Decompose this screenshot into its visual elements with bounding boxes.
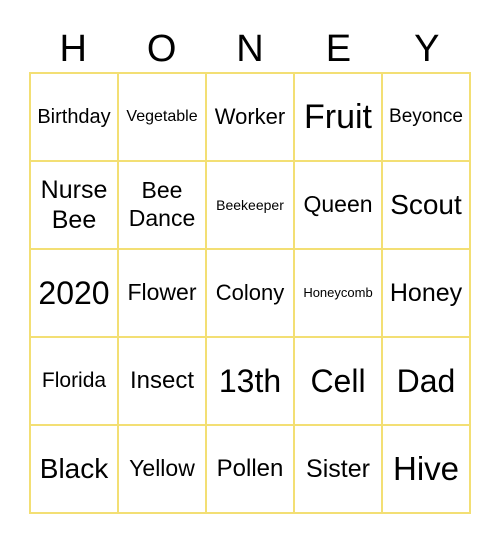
cell-label: Flower — [127, 279, 197, 306]
bingo-cell[interactable]: Vegetable — [118, 73, 206, 161]
cell-label: Scout — [390, 189, 462, 221]
bingo-cell[interactable]: Hive — [382, 425, 470, 513]
bingo-cell[interactable]: Beekeeper — [206, 161, 294, 249]
bingo-cell[interactable]: Dad — [382, 337, 470, 425]
bingo-cell[interactable]: Birthday — [30, 73, 118, 161]
cell-label: Hive — [392, 450, 460, 488]
cell-label: Colony — [215, 279, 285, 305]
bingo-cell[interactable]: Scout — [382, 161, 470, 249]
header-letter: O — [146, 28, 177, 70]
bingo-cell[interactable]: Worker — [206, 73, 294, 161]
bingo-cell[interactable]: Fruit — [294, 73, 382, 161]
header-letter: Y — [414, 28, 440, 70]
bingo-cell[interactable]: Pollen — [206, 425, 294, 513]
cell-label: Honey — [389, 279, 463, 307]
bingo-cell[interactable]: 13th — [206, 337, 294, 425]
cell-label: Bee Dance — [128, 177, 196, 231]
cell-label: Florida — [41, 369, 107, 393]
bingo-cell[interactable]: Bee Dance — [118, 161, 206, 249]
cell-label: Insect — [129, 366, 195, 394]
bingo-cell[interactable]: Honeycomb — [294, 249, 382, 337]
cell-label: Beyonce — [389, 105, 463, 127]
bingo-cell[interactable]: Nurse Bee — [30, 161, 118, 249]
header-letter: N — [236, 28, 264, 70]
bingo-cell[interactable]: 2020 — [30, 249, 118, 337]
bingo-cell[interactable]: Black — [30, 425, 118, 513]
bingo-grid: Birthday Vegetable Worker Fruit Beyonce Nurse… — [29, 72, 471, 514]
bingo-cell[interactable]: Insect — [118, 337, 206, 425]
bingo-cell[interactable]: Sister — [294, 425, 382, 513]
bingo-cell[interactable]: Flower — [118, 249, 206, 337]
cell-label: Worker — [214, 103, 286, 129]
bingo-cell[interactable]: Honey — [382, 249, 470, 337]
bingo-cell[interactable]: Cell — [294, 337, 382, 425]
bingo-cell[interactable]: Queen — [294, 161, 382, 249]
header-letter: H — [59, 28, 87, 70]
cell-label: Vegetable — [126, 108, 198, 126]
bingo-cell[interactable]: Yellow — [118, 425, 206, 513]
cell-label: Yellow — [129, 455, 195, 482]
bingo-header: H O N E Y — [29, 26, 471, 72]
cell-label: 13th — [218, 362, 282, 399]
cell-label: Sister — [306, 455, 370, 483]
cell-label: Pollen — [216, 454, 284, 482]
cell-label: Cell — [310, 362, 366, 399]
cell-label: Dad — [396, 362, 456, 399]
bingo-cell[interactable]: Florida — [30, 337, 118, 425]
cell-label: Honeycomb — [303, 285, 373, 301]
cell-label: Birthday — [37, 106, 111, 128]
bingo-cell[interactable]: Beyonce — [382, 73, 470, 161]
cell-label: Nurse Bee — [40, 176, 108, 234]
cell-label: Black — [39, 453, 109, 485]
bingo-cell[interactable]: Colony — [206, 249, 294, 337]
cell-label: Beekeeper — [216, 196, 284, 213]
header-letter: E — [325, 28, 352, 70]
cell-label: Queen — [303, 191, 373, 218]
cell-label: Fruit — [304, 97, 372, 136]
cell-label: 2020 — [38, 274, 110, 311]
